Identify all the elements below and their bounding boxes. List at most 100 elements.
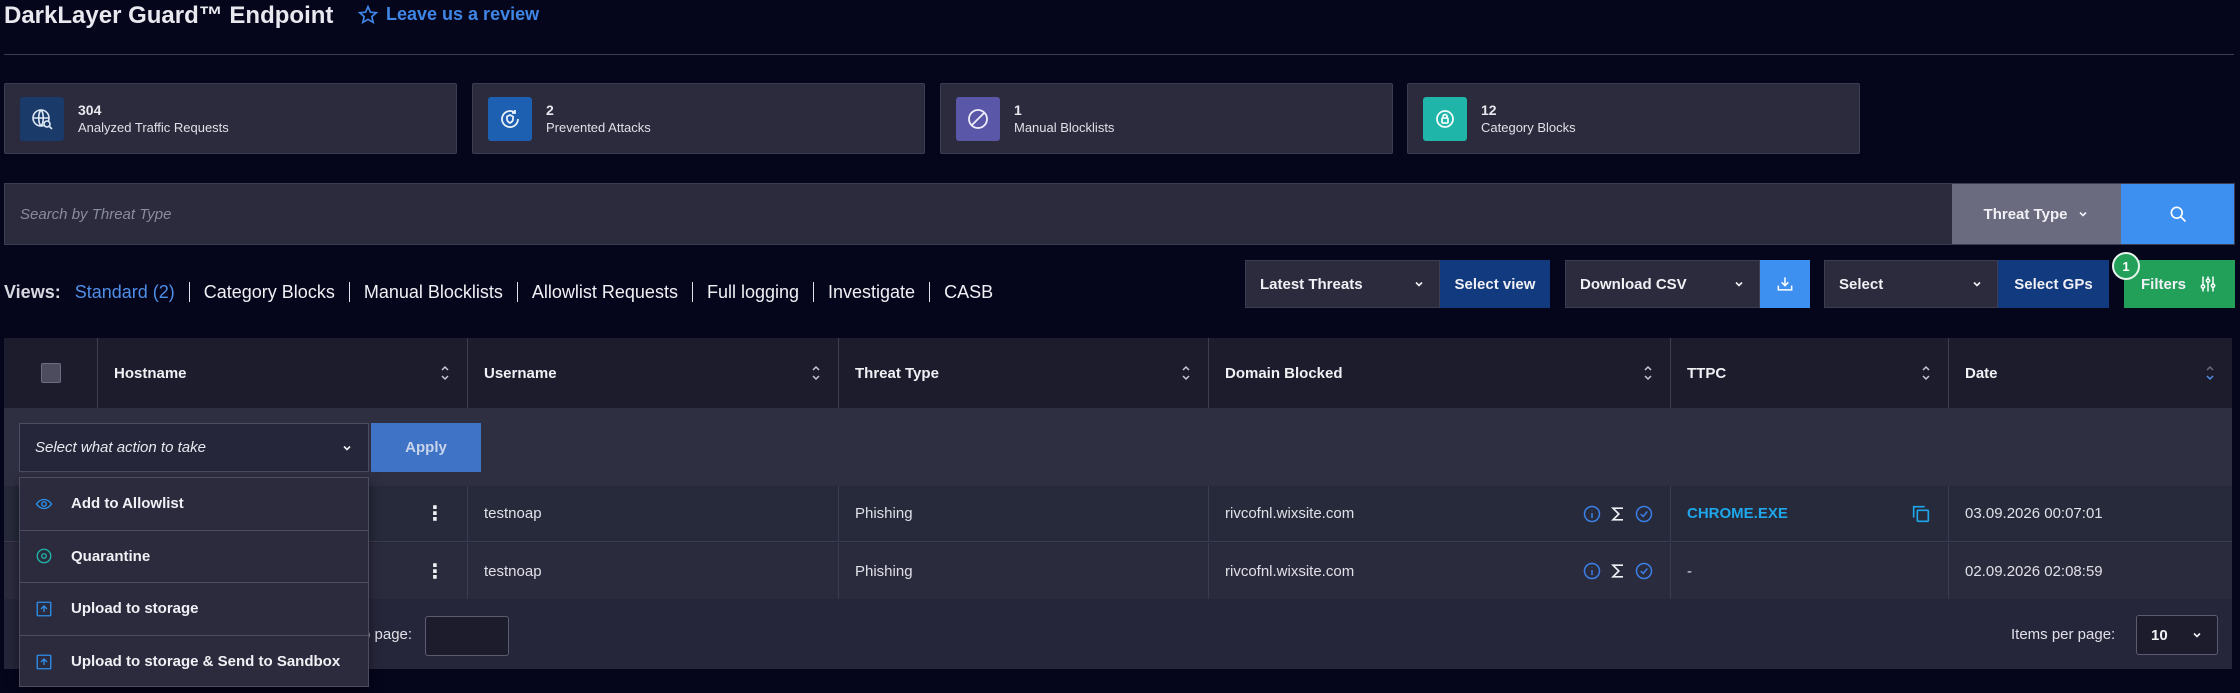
threat-type-filter-label: Threat Type	[1983, 205, 2068, 223]
date-cell: 03.09.2026 00:07:01	[1965, 505, 2103, 522]
filter-count-badge: 1	[2112, 252, 2140, 280]
shield-refresh-icon	[488, 96, 532, 141]
tab-allowlist-requests[interactable]: Allowlist Requests	[518, 282, 693, 302]
domain-value: rivcofnl.wixsite.com	[1225, 562, 1355, 580]
sliders-icon	[2200, 276, 2216, 292]
column-domain-blocked[interactable]: Domain Blocked	[1209, 338, 1671, 408]
items-per-page-value: 10	[2151, 626, 2168, 644]
sigma-icon[interactable]	[1608, 561, 1628, 581]
copy-icon[interactable]	[1910, 503, 1932, 525]
leave-review-link[interactable]: Leave us a review	[358, 4, 539, 25]
column-ttpc[interactable]: TTPC	[1671, 338, 1949, 408]
table-header: Hostname Username Threat Type Domain Blo…	[4, 338, 2232, 408]
tab-investigate[interactable]: Investigate	[814, 282, 931, 302]
tab-full-logging[interactable]: Full logging	[693, 282, 815, 302]
apply-button[interactable]: Apply	[371, 423, 481, 472]
search-button[interactable]	[2121, 184, 2234, 244]
stat-value: 2	[546, 101, 554, 118]
filters-label: Filters	[2140, 275, 2186, 293]
search-icon	[2170, 206, 2186, 223]
scan-icon[interactable]	[1634, 504, 1654, 524]
column-username[interactable]: Username	[468, 338, 839, 408]
select-all-checkbox[interactable]	[40, 363, 61, 383]
stat-label: Analyzed Traffic Requests	[78, 119, 229, 135]
menu-item-upload-and-sandbox[interactable]: Upload to storage & Send to Sandbox	[20, 636, 368, 689]
menu-item-quarantine[interactable]: Quarantine	[20, 531, 368, 583]
stat-card-category-blocks[interactable]: 12 Category Blocks	[1407, 83, 1860, 154]
stat-card-manual-blocklists[interactable]: 1 Manual Blocklists	[940, 83, 1393, 154]
lock-category-icon	[1423, 96, 1467, 141]
scan-icon[interactable]	[1634, 561, 1654, 581]
go-to-page-input[interactable]	[425, 616, 509, 656]
ttpc-link[interactable]: CHROME.EXE	[1687, 505, 1788, 522]
menu-item-label: Add to Allowlist	[71, 495, 184, 513]
upload-icon	[36, 601, 52, 617]
stat-label: Prevented Attacks	[546, 119, 651, 135]
header-divider	[4, 54, 2234, 55]
download-select[interactable]: Download CSV	[1565, 260, 1760, 308]
search-input[interactable]	[5, 184, 1952, 244]
search-bar: Threat Type	[4, 183, 2235, 245]
username-cell: testnoap	[468, 543, 839, 599]
domain-value: rivcofnl.wixsite.com	[1225, 505, 1355, 522]
bulk-action-select[interactable]: Select what action to take	[19, 423, 369, 472]
column-date[interactable]: Date	[1949, 338, 2232, 408]
header-select-all	[4, 338, 98, 408]
menu-item-label: Upload to storage	[71, 600, 199, 618]
go-to-page-label: o page:	[362, 626, 413, 643]
sort-icon	[812, 365, 820, 381]
domain-cell: rivcofnl.wixsite.com	[1209, 486, 1671, 541]
stat-label: Category Blocks	[1481, 119, 1576, 135]
ttpc-cell: -	[1671, 543, 1949, 599]
threat-type-cell: Phishing	[839, 543, 1209, 599]
leave-review-label: Leave us a review	[386, 4, 540, 24]
select-gps-button[interactable]: Select GPs	[1998, 260, 2109, 308]
stat-card-analyzed-traffic[interactable]: 304 Analyzed Traffic Requests	[4, 83, 457, 154]
column-threat-type[interactable]: Threat Type	[839, 338, 1209, 408]
info-icon[interactable]	[1582, 561, 1602, 581]
blocked-icon	[956, 96, 1000, 141]
stat-label: Manual Blocklists	[1014, 119, 1115, 135]
chevron-down-icon	[1973, 281, 1981, 287]
stat-card-prevented-attacks[interactable]: 2 Prevented Attacks	[472, 83, 925, 154]
column-label: Domain Blocked	[1225, 364, 1343, 382]
items-per-page-select[interactable]: 10	[2136, 615, 2218, 655]
download-icon	[1777, 277, 1793, 291]
column-label: Username	[484, 364, 557, 382]
eye-allow-icon	[35, 498, 53, 509]
gp-select-value: Select	[1839, 275, 1884, 293]
info-icon[interactable]	[1582, 504, 1602, 524]
more-vertical-icon[interactable]: ⋮	[425, 501, 445, 526]
ttpc-cell: CHROME.EXE	[1671, 486, 1949, 541]
sort-icon	[1182, 365, 1190, 381]
views-tabs: Views: Standard (2) Category Blocks Manu…	[4, 279, 1007, 305]
column-label: Hostname	[114, 364, 187, 382]
more-vertical-icon[interactable]: ⋮	[425, 559, 445, 584]
stat-value: 12	[1481, 101, 1497, 118]
tab-casb[interactable]: CASB	[930, 282, 1007, 302]
download-select-value: Download CSV	[1580, 275, 1687, 293]
quarantine-icon	[36, 548, 52, 564]
download-button[interactable]	[1760, 260, 1810, 308]
items-per-page-label: Items per page:	[2011, 626, 2116, 643]
column-label: Date	[1965, 364, 1998, 382]
tab-manual-blocklists[interactable]: Manual Blocklists	[350, 282, 518, 302]
gp-select[interactable]: Select	[1824, 260, 1998, 308]
menu-item-upload-to-storage[interactable]: Upload to storage	[20, 583, 368, 636]
views-label: Views:	[4, 281, 61, 302]
column-hostname[interactable]: Hostname	[98, 338, 468, 408]
threat-type-filter-select[interactable]: Threat Type	[1952, 184, 2121, 244]
date-cell: 02.09.2026 02:08:59	[1965, 562, 2103, 580]
filters-button[interactable]: Filters	[2124, 260, 2235, 308]
column-label: TTPC	[1687, 364, 1727, 382]
username-cell: testnoap	[468, 486, 839, 541]
tab-standard[interactable]: Standard (2)	[75, 282, 190, 302]
menu-item-add-to-allowlist[interactable]: Add to Allowlist	[20, 478, 368, 531]
tab-category-blocks[interactable]: Category Blocks	[190, 282, 350, 302]
threat-type-cell: Phishing	[839, 486, 1209, 541]
view-select[interactable]: Latest Threats	[1245, 260, 1440, 308]
sigma-icon[interactable]	[1608, 504, 1628, 524]
select-view-button[interactable]: Select view	[1440, 260, 1550, 308]
stat-value: 1	[1014, 101, 1022, 118]
chevron-down-icon	[1735, 281, 1743, 287]
